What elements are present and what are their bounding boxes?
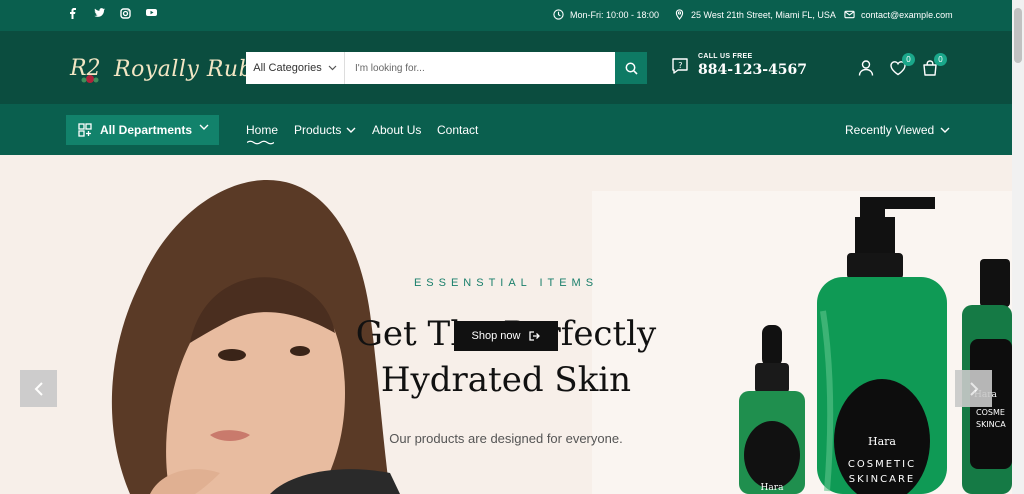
slider-prev-button[interactable] <box>20 370 57 407</box>
nav-about-label: About Us <box>372 123 422 137</box>
chevron-down-icon <box>328 65 337 71</box>
search-input[interactable] <box>345 52 615 84</box>
call-us-box: ? CALL US FREE 884-123-4567 <box>670 53 807 78</box>
clock-icon <box>553 9 564 20</box>
search-icon <box>625 62 638 75</box>
all-departments-button[interactable]: All Departments <box>66 115 219 145</box>
location-pin-icon <box>675 9 684 20</box>
phone-number[interactable]: 884-123-4567 <box>698 62 807 78</box>
address-text: 25 West 21th Street, Miami FL, USA <box>691 9 836 20</box>
nav-about-us[interactable]: About Us <box>372 123 421 137</box>
hero-subtitle: Our products are designed for everyone. <box>389 431 623 446</box>
top-bar: Mon-Fri: 10:00 - 18:00 25 West 21th Stre… <box>0 0 1012 31</box>
svg-text:R2: R2 <box>69 56 101 81</box>
all-departments-label: All Departments <box>100 123 193 137</box>
pump-label-line2: SKINCARE <box>849 474 915 485</box>
nav-contact[interactable]: Contact <box>437 123 478 137</box>
scrollbar-thumb[interactable] <box>1014 8 1022 63</box>
chevron-down-icon <box>940 127 950 133</box>
business-hours: Mon-Fri: 10:00 - 18:00 <box>553 9 659 20</box>
main-nav: All Departments Home Products About Us C… <box>0 104 1012 155</box>
page-scrollbar[interactable] <box>1012 0 1024 494</box>
account-icon[interactable] <box>857 59 875 77</box>
category-select[interactable]: All Categories <box>246 52 345 84</box>
logo-text: Royally Ruby <box>114 56 267 82</box>
logo-mark: R2 <box>68 51 108 87</box>
hero-title-line2: Hydrated Skin <box>380 360 632 400</box>
facebook-icon[interactable] <box>68 8 77 22</box>
svg-text:?: ? <box>678 61 682 70</box>
nav-products[interactable]: Products <box>294 123 356 137</box>
slider-next-button[interactable] <box>955 370 992 407</box>
dropper-bottle-image: Hara <box>739 325 805 494</box>
cart-count-badge: 0 <box>934 53 947 66</box>
site-logo[interactable]: R2 Royally Ruby <box>68 51 266 87</box>
cart-button[interactable]: 0 <box>921 53 947 77</box>
contact-email[interactable]: contact@example.com <box>844 9 953 20</box>
chat-phone-icon: ? <box>672 57 688 74</box>
chevron-right-icon <box>969 381 978 396</box>
search-bar: All Categories <box>246 52 647 84</box>
nav-home[interactable]: Home <box>246 123 278 137</box>
dropper-brand-label: Hara <box>761 483 785 493</box>
active-wave-underline <box>247 140 274 145</box>
search-button[interactable] <box>615 52 647 84</box>
nav-products-label: Products <box>294 123 342 137</box>
chevron-left-icon <box>34 381 43 396</box>
chevron-down-icon <box>346 127 356 133</box>
wishlist-button[interactable]: 0 <box>889 53 915 77</box>
email-text[interactable]: contact@example.com <box>861 10 953 20</box>
call-label: CALL US FREE <box>698 53 753 60</box>
category-select-label: All Categories <box>253 62 322 74</box>
nav-home-label: Home <box>246 123 279 137</box>
arrow-exit-icon <box>529 331 541 341</box>
chevron-down-icon <box>199 124 209 130</box>
shop-now-label: Shop now <box>471 330 521 342</box>
instagram-icon[interactable] <box>120 8 131 22</box>
mail-icon <box>844 10 855 19</box>
grid-icon <box>78 123 92 137</box>
recently-viewed-label: Recently Viewed <box>845 123 935 137</box>
tall-label-line2: SKINCA <box>976 420 1006 429</box>
recently-viewed-dropdown[interactable]: Recently Viewed <box>845 123 950 137</box>
shop-now-button[interactable]: Shop now <box>454 321 558 351</box>
nav-contact-label: Contact <box>437 123 479 137</box>
tall-label-line1: COSME <box>976 408 1005 417</box>
store-address: 25 West 21th Street, Miami FL, USA <box>674 9 836 20</box>
wishlist-count-badge: 0 <box>902 53 915 66</box>
youtube-icon[interactable] <box>146 8 157 20</box>
main-header: R2 Royally Ruby All Categories ? CALL US… <box>0 31 1012 104</box>
pump-bottle-image: Hara COSMETIC SKINCARE <box>817 197 947 494</box>
hero-eyebrow: ESSENSTIAL ITEMS <box>413 277 599 289</box>
pump-label-line1: COSMETIC <box>848 459 916 470</box>
twitter-icon[interactable] <box>94 8 105 21</box>
hours-text: Mon-Fri: 10:00 - 18:00 <box>570 9 660 20</box>
